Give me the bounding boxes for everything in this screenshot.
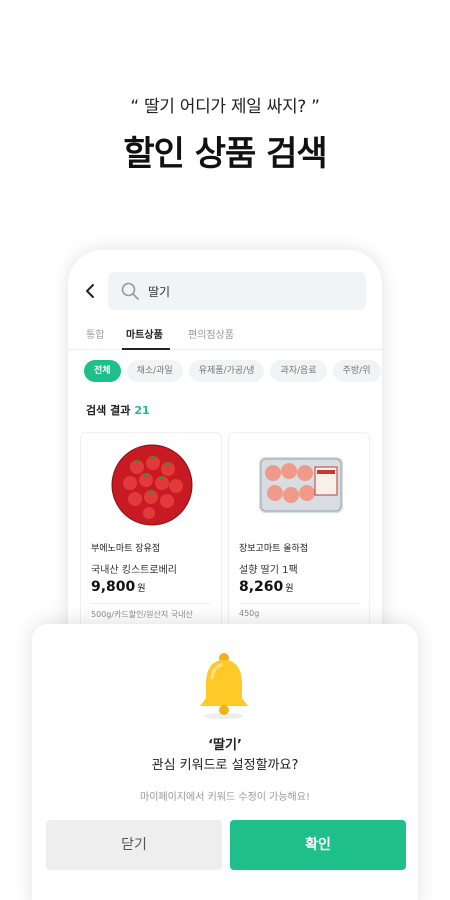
card-divider — [91, 603, 211, 604]
search-input[interactable]: 딸기 — [108, 272, 366, 310]
search-icon — [121, 282, 139, 300]
product-name: 설향 딸기 1팩 — [239, 565, 298, 576]
strawberry-image — [111, 444, 193, 526]
close-button[interactable]: 닫기 — [46, 820, 222, 870]
tab-active-indicator — [122, 348, 170, 350]
chip-all[interactable]: 전체 — [84, 360, 121, 382]
product-price: 9,800 원 — [91, 579, 146, 595]
sheet-question: 관심 키워드로 설정할까요? — [151, 758, 299, 773]
price-currency: 원 — [285, 584, 294, 594]
sheet-note: 마이페이지에서 키워드 수정이 가능해요! — [140, 792, 310, 803]
tab-mart-products[interactable]: 마트상품 — [126, 326, 163, 341]
tab-convenience-products[interactable]: 편의점상품 — [188, 326, 234, 341]
price-value: 8,260 — [239, 579, 284, 595]
store-name: 장보고마트 올하점 — [239, 544, 309, 554]
bell-icon — [200, 653, 248, 719]
keyword-bottom-sheet: ‘딸기’ 관심 키워드로 설정할까요? 마이페이지에서 키워드 수정이 가능해요… — [32, 624, 418, 900]
headline-title: 할인 상품 검색 — [123, 134, 327, 174]
chip-kitchen[interactable]: 주방/위 — [332, 360, 381, 382]
store-name: 부에노마트 장유점 — [91, 544, 161, 554]
price-currency: 원 — [137, 584, 146, 594]
back-arrow-icon[interactable] — [82, 282, 100, 300]
chip-vegetables-fruit[interactable]: 채소/과일 — [126, 360, 183, 382]
product-meta: 450g — [239, 609, 260, 618]
search-bar: 딸기 — [68, 272, 382, 312]
result-summary: 검색 결과 21 — [86, 402, 150, 418]
result-count: 21 — [134, 404, 150, 417]
search-query: 딸기 — [148, 285, 171, 299]
confirm-button[interactable]: 확인 — [230, 820, 406, 870]
category-chips: 전체 채소/과일 유제품/가공/냉 과자/음료 주방/위 — [84, 360, 382, 384]
strawberry-pack-image — [259, 457, 343, 513]
tab-integrated[interactable]: 통합 — [86, 326, 104, 341]
chip-snacks-drinks[interactable]: 과자/음료 — [270, 360, 327, 382]
sheet-keyword: ‘딸기’ — [208, 738, 242, 753]
chip-dairy-processed[interactable]: 유제품/가공/냉 — [188, 360, 265, 382]
product-name: 국내산 킹스트로베리 — [91, 565, 177, 576]
result-label: 검색 결과 — [86, 404, 131, 417]
tab-bar: 통합 마트상품 편의점상품 — [68, 320, 382, 350]
card-divider — [239, 603, 359, 604]
product-price: 8,260 원 — [239, 579, 294, 595]
phone-mockup: 딸기 통합 마트상품 편의점상품 전체 채소/과일 유제품/가공/냉 과자/음료 주방/… — [68, 250, 382, 670]
price-value: 9,800 — [91, 579, 136, 595]
product-meta: 500g/카드할인/원산지 국내산 — [91, 610, 193, 619]
headline-subtitle: “ 딸기 어디가 제일 싸지? ” — [130, 97, 320, 117]
